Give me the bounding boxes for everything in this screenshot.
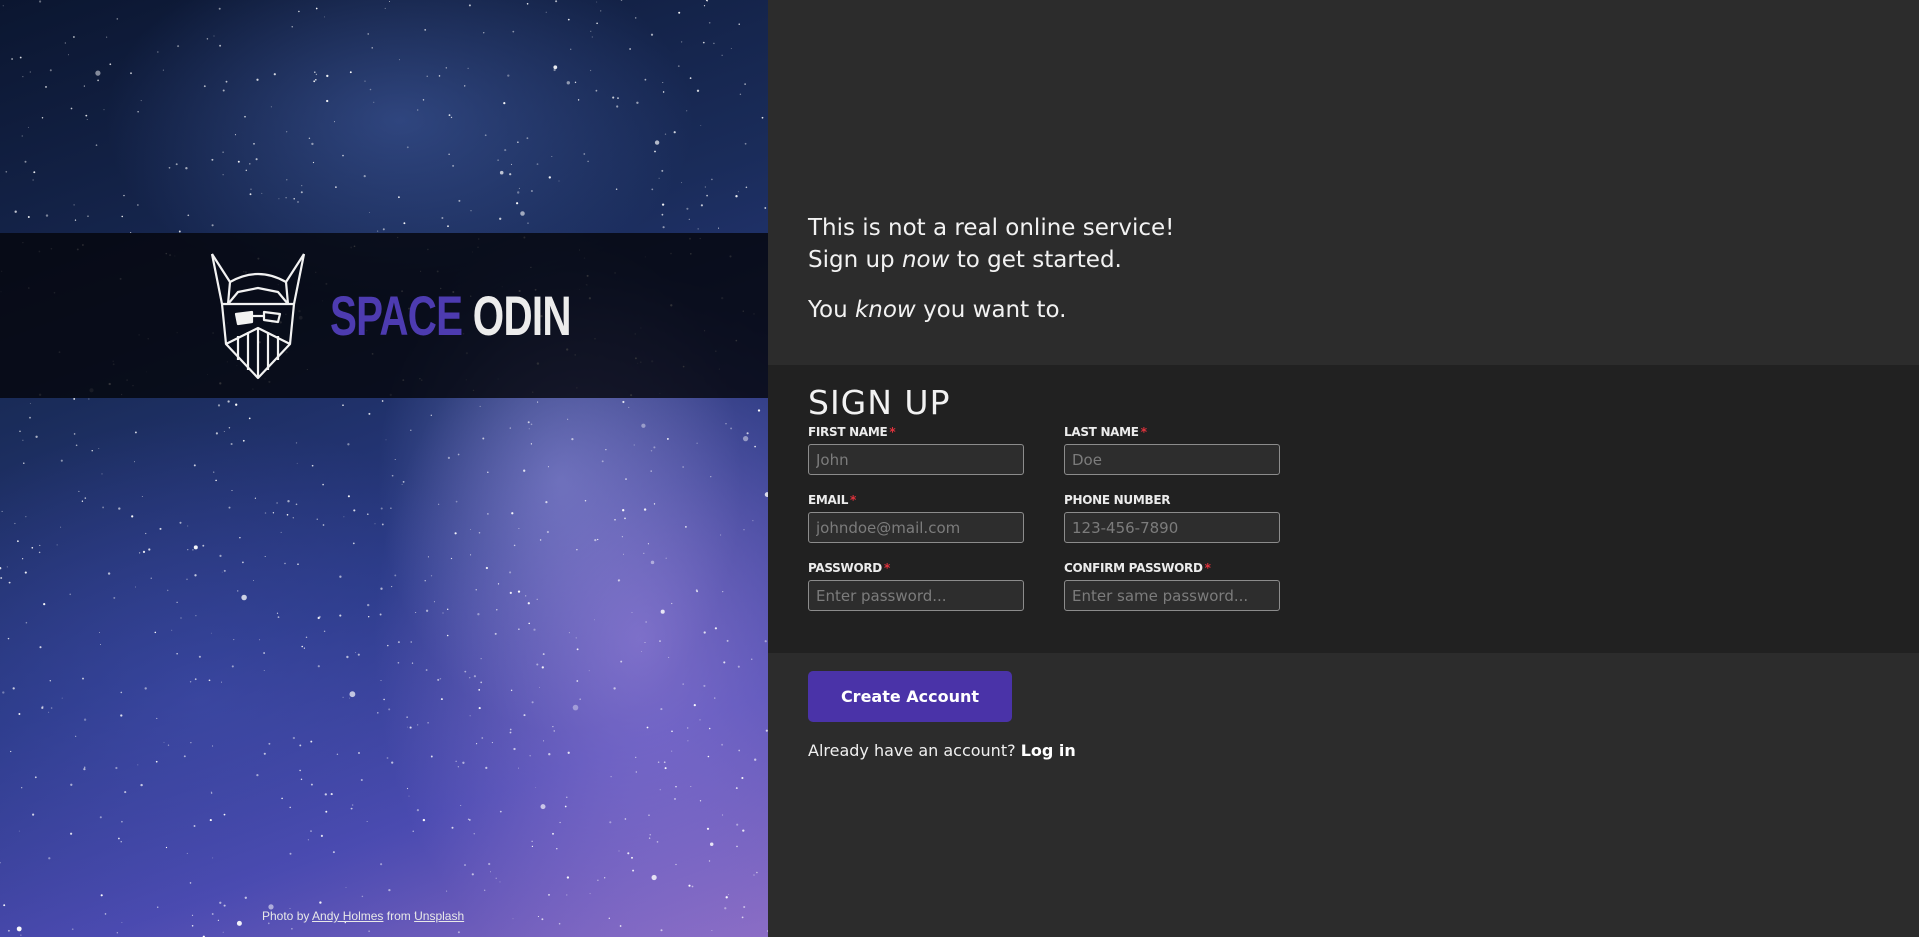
phone-group: PHONE NUMBER [1064,493,1280,543]
password-label: PASSWORD * [808,561,890,575]
required-mark: * [889,425,896,439]
brand-word-space: SPACE [330,284,463,347]
required-mark: * [883,561,890,575]
email-group: EMAIL * [808,493,1024,543]
email-input[interactable] [808,512,1024,543]
password-input[interactable] [808,580,1024,611]
photo-credit: Photo by Andy Holmes from Unsplash [262,909,464,923]
last-name-label: LAST NAME * [1064,425,1147,439]
login-link[interactable]: Log in [1021,741,1076,760]
email-label: EMAIL * [808,493,857,507]
last-name-input[interactable] [1064,444,1280,475]
confirm-password-label: CONFIRM PASSWORD * [1064,561,1211,575]
intro-text: This is not a real online service! Sign … [808,212,1174,326]
intro-line-1: This is not a real online service! [808,215,1175,241]
phone-input[interactable] [1064,512,1280,543]
signup-page: SPACE ODIN Photo by Andy Holmes from Uns… [0,0,1919,937]
create-account-button[interactable]: Create Account [808,671,1012,722]
hero-panel: SPACE ODIN Photo by Andy Holmes from Uns… [0,0,768,937]
first-name-input[interactable] [808,444,1024,475]
form-title: SIGN UP [808,383,951,422]
required-mark: * [850,493,857,507]
starfield-background [0,0,768,937]
content-panel: This is not a real online service! Sign … [768,0,1919,937]
brand-word-odin: ODIN [472,284,572,347]
required-mark: * [1140,425,1147,439]
signup-form: SIGN UP FIRST NAME* LAST NAME* EMAIL* PH… [768,365,1919,653]
required-mark: * [1204,561,1211,575]
credit-prefix: Photo by [262,909,310,923]
login-prompt: Already have an account? Log in [808,741,1076,760]
confirm-password-group: CONFIRM PASSWORD * [1064,561,1280,611]
password-group: PASSWORD * [808,561,1024,611]
intro-line-2: Sign up now to get started. [808,247,1122,273]
first-name-label: FIRST NAME * [808,425,896,439]
first-name-group: FIRST NAME * [808,425,1024,475]
phone-label: PHONE NUMBER [1064,493,1171,507]
credit-middle: from [386,909,411,923]
confirm-password-input[interactable] [1064,580,1280,611]
intro-line-3: You know you want to. [808,297,1067,323]
viking-helmet-icon [210,252,306,379]
login-prompt-text: Already have an account? [808,741,1016,760]
last-name-group: LAST NAME * [1064,425,1280,475]
brand-banner: SPACE ODIN [0,233,768,398]
credit-author-link[interactable]: Andy Holmes [312,909,383,923]
credit-source-link[interactable]: Unsplash [414,909,464,923]
brand-wordmark: SPACE ODIN [330,283,571,348]
